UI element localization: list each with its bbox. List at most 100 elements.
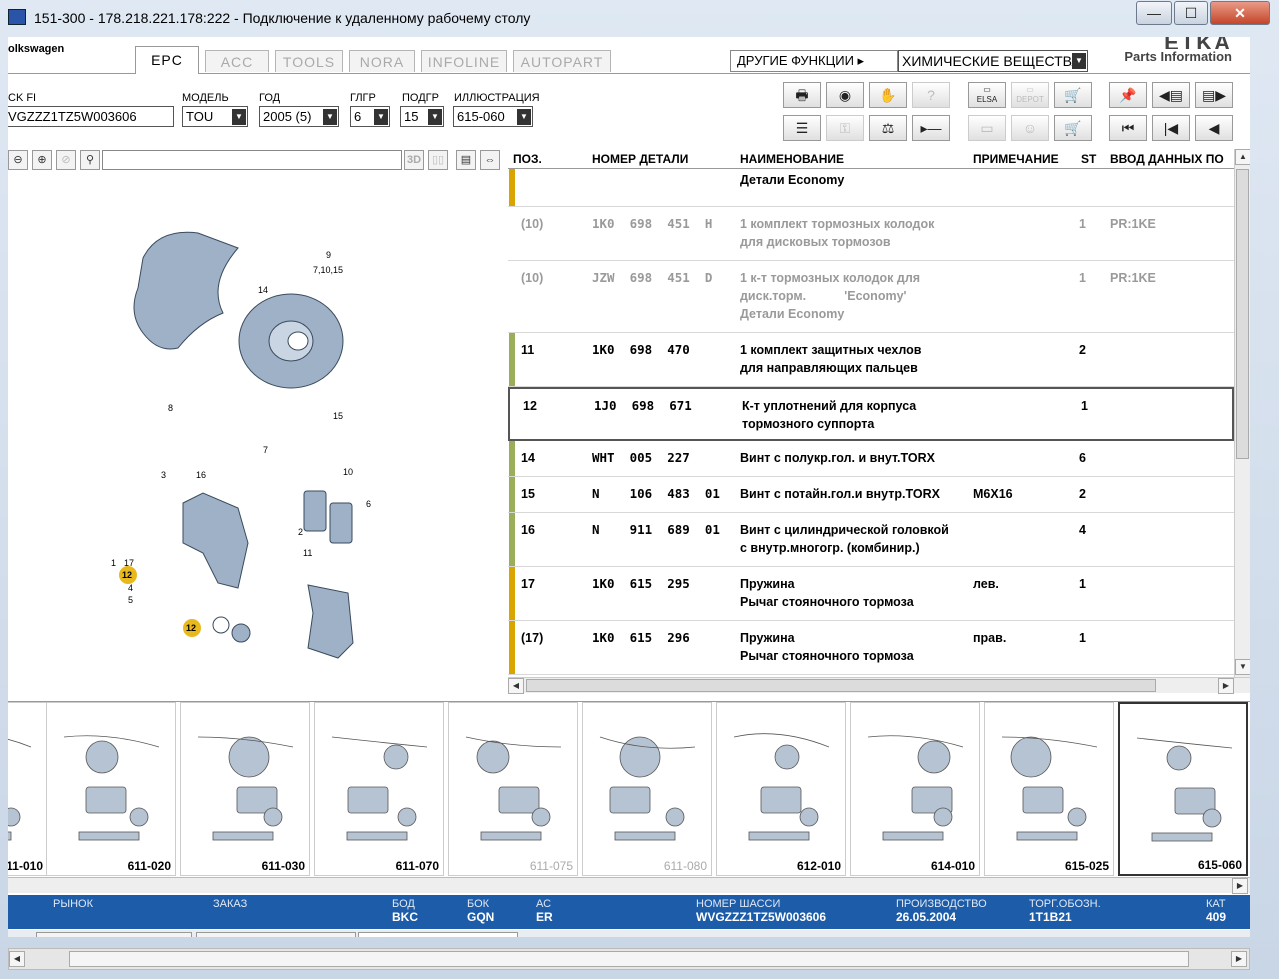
main-group-select[interactable]: 6 ▼ [350, 106, 390, 127]
scroll-down-icon[interactable]: ▼ [1235, 659, 1250, 675]
hscroll-thumb[interactable] [526, 679, 1156, 692]
tab-epc[interactable]: EPC [135, 46, 199, 74]
window-horizontal-scrollbar[interactable]: ◀ ▶ [8, 948, 1250, 970]
depot-button[interactable]: ▭ DEPOT [1011, 82, 1049, 108]
cell-part-number: WHT 005 227 [592, 450, 690, 465]
vin-field[interactable]: VGZZZ1TZ5W003606 [8, 106, 174, 127]
illustration-thumbnail[interactable]: 611-080 [582, 702, 712, 876]
prev-button[interactable]: |◀ [1152, 115, 1190, 141]
table-row[interactable]: (17) 1K0 615 296 Пружина Рычаг стояночного… [508, 621, 1234, 675]
tab-infoline[interactable]: INFOLINE [421, 50, 507, 72]
thumbnail-scrollbar[interactable]: ▶ [8, 877, 1250, 894]
illustration-thumbnail[interactable]: 612-010 [716, 702, 846, 876]
handshake-button[interactable]: ✋ [869, 82, 907, 108]
scroll-right-icon[interactable]: ▶ [1232, 878, 1248, 894]
disc-button[interactable]: ◉ [826, 82, 864, 108]
chat-button[interactable]: ? [912, 82, 950, 108]
maximize-button[interactable]: ☐ [1174, 1, 1208, 25]
table-row[interactable]: (10) JZW 698 451 D 1 к-т тормозных колодок… [508, 261, 1234, 333]
scroll-up-icon[interactable]: ▲ [1235, 149, 1250, 165]
scroll-left-icon[interactable]: ◀ [508, 678, 524, 694]
layout-button[interactable]: ▤ [456, 150, 476, 170]
pin-button[interactable]: 📌 [1109, 82, 1147, 108]
table-row[interactable]: 16 N 911 689 01 Винт с цилиндрической голо… [508, 513, 1234, 567]
scroll-right-icon[interactable]: ▶ [1218, 678, 1234, 694]
close-button[interactable]: ✕ [1210, 1, 1270, 25]
col-st[interactable]: ST [1081, 152, 1096, 166]
illustration-select[interactable]: 615-060 ▼ [453, 106, 533, 127]
print-button[interactable]: 🖶 [783, 82, 821, 108]
illustration-thumbnail[interactable]: 615-025 [984, 702, 1114, 876]
year-select[interactable]: 2005 (5) ▼ [259, 106, 339, 127]
tab-autopart[interactable]: AUTOPART [513, 50, 611, 72]
table-row[interactable]: 11 1K0 698 470 1 комплект защитных чехлов … [508, 333, 1234, 387]
scroll-right-icon[interactable]: ▶ [1231, 951, 1247, 967]
first-button[interactable]: ⏮ [1109, 115, 1147, 141]
illustration-value: 615-060 [457, 109, 505, 124]
doc-tab-2[interactable] [196, 932, 356, 937]
illustration-search-input[interactable] [102, 150, 402, 170]
table-row[interactable]: (10) 1K0 698 451 H 1 комплект тормозных ко… [508, 207, 1234, 261]
cell-part-number: N 106 483 01 [592, 486, 720, 501]
scroll-thumb[interactable] [1236, 169, 1249, 459]
key-button[interactable]: ⚿ [826, 115, 864, 141]
prev-page-button[interactable]: ◀▤ [1152, 82, 1190, 108]
model-select[interactable]: TOU ▼ [182, 106, 248, 127]
illustration-thumbnail[interactable]: 11-010 [8, 702, 48, 876]
zoom-in-button[interactable]: ⊕ [32, 150, 52, 170]
split-button[interactable]: ▯▯ [428, 150, 448, 170]
table-row[interactable]: 12 1J0 698 671 К-т уплотнений для корпуса … [508, 387, 1234, 441]
col-name[interactable]: НАИМЕНОВАНИЕ [740, 152, 844, 166]
illustration-thumbnail[interactable]: 615-060 [1118, 702, 1248, 876]
table-row[interactable]: 14 WHT 005 227 Винт с полукр.гол. и внут.T… [508, 441, 1234, 477]
subgroup-select[interactable]: 15 ▼ [400, 106, 444, 127]
zoom-fit-icon: ⊖ [13, 154, 23, 166]
view-3d-button[interactable]: 3D [404, 150, 424, 170]
minus-button[interactable]: ▸— [912, 115, 950, 141]
resize-button[interactable]: ⇔ [480, 150, 500, 170]
chemicals-select-value: ХИМИЧЕСКИЕ ВЕЩЕСТВА [902, 53, 1081, 69]
tab-nora[interactable]: NORA [349, 50, 415, 72]
illustration-thumbnail[interactable]: 611-020 [46, 702, 176, 876]
scroll-left-icon[interactable]: ◀ [9, 951, 25, 967]
thumbnail-image [733, 733, 830, 841]
table-row[interactable]: 15 N 106 483 01 Винт с потайн.гол.и внутр.… [508, 477, 1234, 513]
back-button[interactable]: ◀ [1195, 115, 1233, 141]
list-button[interactable]: ☰ [783, 115, 821, 141]
zoom-fit-button[interactable]: ⊖ [8, 150, 28, 170]
doc-tab-3[interactable] [358, 932, 518, 937]
table-row[interactable]: Детали Economy [508, 169, 1234, 207]
table-vertical-scrollbar[interactable]: ▲ ▼ [1234, 149, 1250, 677]
first-icon: ⏮ [1121, 120, 1135, 136]
cell-part-number: JZW 698 451 D [592, 270, 713, 285]
other-functions-button[interactable]: ДРУГИЕ ФУНКЦИИ ▸ [730, 50, 898, 72]
thumbnail-image [63, 735, 160, 841]
scale-button[interactable]: ⚖ [869, 115, 907, 141]
monitor-button[interactable]: ▭ [968, 115, 1006, 141]
illustration-thumbnail[interactable]: 611-070 [314, 702, 444, 876]
tab-tools[interactable]: TOOLS [275, 50, 343, 72]
col-pos[interactable]: ПОЗ. [513, 152, 542, 166]
parts-illustration[interactable]: 9 7,10,15 14 8 15 7 3 16 10 6 2 11 1 17 … [8, 173, 504, 693]
next-page-button[interactable]: ▤▶ [1195, 82, 1233, 108]
illustration-thumbnail[interactable]: 614-010 [850, 702, 980, 876]
chemicals-select[interactable]: ХИМИЧЕСКИЕ ВЕЩЕСТВА ▼ [898, 50, 1088, 72]
illustration-thumbnail[interactable]: 611-030 [180, 702, 310, 876]
doc-tab-1[interactable] [36, 932, 192, 937]
elsa-button[interactable]: ▭ ELSA [968, 82, 1006, 108]
col-part-number[interactable]: НОМЕР ДЕТАЛИ [592, 152, 688, 166]
table-row[interactable]: 17 1K0 615 295 Пружина Рычаг стояночного т… [508, 567, 1234, 621]
chat-user-button[interactable]: ☺ [1011, 115, 1049, 141]
status-bok-label: БОК [467, 898, 490, 910]
cart-full-button[interactable]: 🛒 [1054, 115, 1092, 141]
magnifier-button[interactable]: ⚲ [80, 150, 100, 170]
col-input[interactable]: ВВОД ДАННЫХ ПО [1110, 152, 1224, 166]
col-note[interactable]: ПРИМЕЧАНИЕ [973, 152, 1059, 166]
tab-acc[interactable]: ACC [205, 50, 269, 72]
minimize-button[interactable]: — [1136, 1, 1172, 25]
window-scroll-thumb[interactable] [69, 951, 1189, 967]
cart-button[interactable]: 🛒 [1054, 82, 1092, 108]
table-horizontal-scrollbar[interactable]: ◀ ▶ [508, 677, 1250, 694]
zoom-out-button[interactable]: ⊘ [56, 150, 76, 170]
illustration-thumbnail[interactable]: 611-075 [448, 702, 578, 876]
